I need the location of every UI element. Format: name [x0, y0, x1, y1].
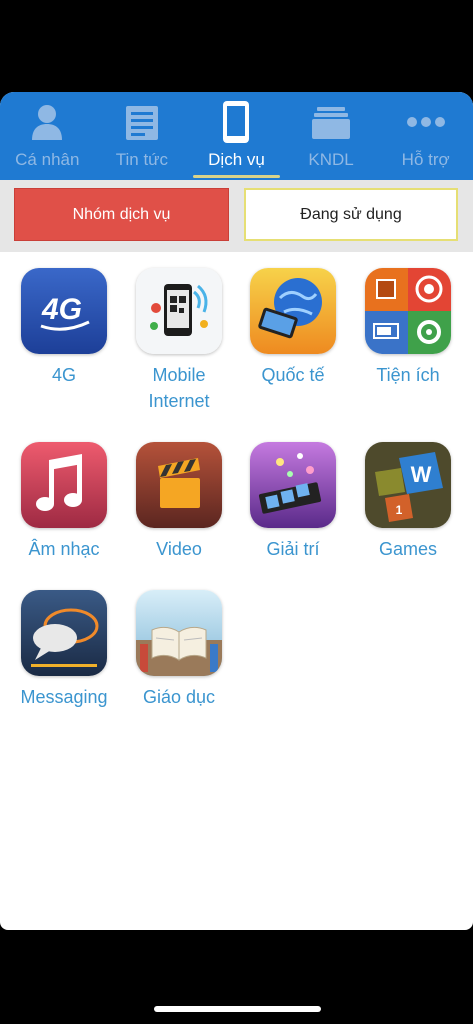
tab-kndl[interactable]: KNDL	[284, 92, 379, 180]
4g-icon: 4G	[21, 268, 107, 354]
news-icon	[95, 100, 190, 144]
home-indicator[interactable]	[154, 1006, 321, 1012]
tab-ca-nhan[interactable]: Cá nhân	[0, 92, 95, 180]
tab-label: Cá nhân	[15, 150, 80, 169]
service-giao-duc[interactable]: Giáo dục	[122, 590, 236, 710]
active-tab-indicator	[193, 175, 280, 178]
svg-text:4G: 4G	[41, 293, 82, 326]
service-name: Mobile Internet	[148, 365, 210, 411]
app-screen: Cá nhân Tin tức Dịch vụ KNDL Hỗ trợ Nhóm…	[0, 92, 473, 930]
service-4g[interactable]: 4G 4G	[7, 268, 121, 388]
mobile-internet-icon	[136, 268, 222, 354]
service-name: Messaging	[20, 687, 108, 707]
chat-bubbles-icon	[21, 590, 107, 676]
tab-label: Tin tức	[115, 150, 169, 169]
service-mobile-internet[interactable]: Mobile Internet	[122, 268, 236, 414]
service-video[interactable]: Video	[122, 442, 236, 562]
service-name: Giáo dục	[142, 687, 216, 707]
tab-label: Hỗ trợ	[401, 150, 450, 169]
service-name: Âm nhạc	[28, 539, 100, 559]
service-messaging[interactable]: Messaging	[7, 590, 121, 710]
utilities-icon	[365, 268, 451, 354]
svg-text:W: W	[411, 462, 432, 487]
tab-label: KNDL	[308, 150, 354, 169]
folder-icon	[284, 100, 379, 144]
person-icon	[0, 100, 95, 144]
international-icon	[250, 268, 336, 354]
service-name: 4G	[51, 365, 76, 385]
top-tab-bar: Cá nhân Tin tức Dịch vụ KNDL Hỗ trợ	[0, 92, 473, 180]
service-tien-ich[interactable]: Tiện ích	[351, 268, 465, 388]
service-name: Quốc tế	[261, 365, 325, 385]
music-note-icon	[21, 442, 107, 528]
entertainment-icon	[250, 442, 336, 528]
service-name: Giải trí	[266, 539, 320, 559]
in-use-button[interactable]: Đang sử dụng	[244, 188, 458, 241]
tab-dich-vu[interactable]: Dịch vụ	[189, 92, 284, 180]
service-name: Games	[378, 539, 438, 559]
service-groups-button[interactable]: Nhóm dịch vụ	[14, 188, 229, 241]
segment-bar: Nhóm dịch vụ Đang sử dụng	[0, 180, 473, 252]
more-dots-icon	[378, 100, 473, 144]
clapperboard-icon	[136, 442, 222, 528]
service-name: Video	[156, 539, 202, 559]
tab-tin-tuc[interactable]: Tin tức	[95, 92, 190, 180]
tab-label: Dịch vụ	[208, 150, 265, 169]
book-icon	[136, 590, 222, 676]
service-games[interactable]: W 1 Games	[351, 442, 465, 562]
games-icon: W 1	[365, 442, 451, 528]
tab-ho-tro[interactable]: Hỗ trợ	[378, 92, 473, 180]
phone-icon	[189, 100, 284, 144]
service-name: Tiện ích	[376, 365, 440, 385]
service-quoc-te[interactable]: Quốc tế	[236, 268, 350, 388]
svg-text:1: 1	[396, 503, 403, 517]
service-am-nhac[interactable]: Âm nhạc	[7, 442, 121, 562]
service-giai-tri[interactable]: Giải trí	[236, 442, 350, 562]
